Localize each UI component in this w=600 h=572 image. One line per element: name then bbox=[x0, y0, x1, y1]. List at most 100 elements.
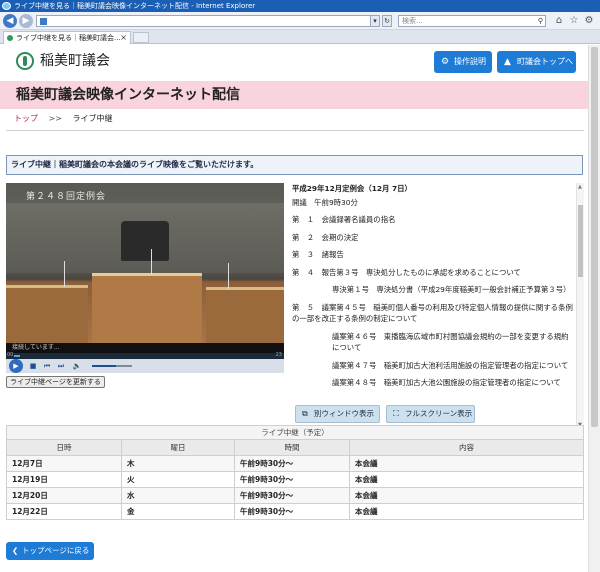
tab-close-icon[interactable]: × bbox=[120, 32, 127, 44]
video-caption: 第２４８回定例会 bbox=[26, 192, 107, 202]
volume-slider[interactable] bbox=[92, 365, 132, 367]
page-scroll-thumb[interactable] bbox=[591, 47, 598, 427]
tab-bar: ライブ中継を見る｜稲美町議会... × bbox=[0, 30, 600, 44]
cell-date: 12月19日 bbox=[6, 471, 122, 488]
breadcrumb-home-link[interactable]: トップ bbox=[14, 114, 38, 123]
agenda-item: 第 ４ 報告第３号 専決処分したものに承認を求めることについて bbox=[292, 267, 521, 277]
volume-icon[interactable]: 🔈 bbox=[72, 361, 82, 371]
cell-date: 12月7日 bbox=[6, 455, 122, 472]
breadcrumb: トップ >> ライブ中継 bbox=[14, 113, 113, 125]
settings-gear-icon[interactable]: ⚙ bbox=[583, 15, 595, 27]
notice-box: ライブ中継｜稲美町議会の本会議のライブ映像をご覧いただけます。 bbox=[6, 155, 583, 175]
help-button[interactable]: ⚙ 操作説明 bbox=[434, 51, 492, 73]
cell-time: 午前9時30分～ bbox=[234, 487, 350, 504]
page-scrollbar[interactable] bbox=[588, 45, 600, 572]
search-placeholder: 検索... bbox=[402, 17, 423, 25]
cell-weekday: 火 bbox=[121, 471, 235, 488]
cell-content: 本会議 bbox=[349, 487, 584, 504]
cell-time: 午前9時30分～ bbox=[234, 455, 350, 472]
agenda-item: 議案第４８号 稲美町加古大池公園施設の指定管理者の指定について bbox=[332, 378, 561, 387]
site-header: 稲美町議会 ⚙ 操作説明 ▲ 町議会トップへ bbox=[0, 45, 588, 81]
table-row: 12月20日 水 午前9時30分～ 本会議 bbox=[6, 487, 584, 504]
help-button-label: 操作説明 bbox=[454, 57, 486, 66]
url-input[interactable] bbox=[36, 15, 378, 27]
divider bbox=[6, 130, 584, 131]
play-button[interactable]: ▶ bbox=[9, 359, 23, 373]
opening-time: 開議 午前9時30分 bbox=[292, 197, 358, 207]
council-top-button[interactable]: ▲ 町議会トップへ bbox=[497, 51, 576, 73]
cell-content: 本会議 bbox=[349, 455, 584, 472]
tab-favicon bbox=[7, 35, 13, 41]
volume-level bbox=[92, 365, 116, 367]
column-header-content: 内容 bbox=[349, 439, 584, 456]
back-button[interactable]: ◀ bbox=[3, 14, 17, 28]
browser-tab[interactable]: ライブ中継を見る｜稲美町議会... × bbox=[3, 31, 131, 44]
agenda-panel: 平成29年12月定例会（12月 7日） 開議 午前9時30分 第 １ 会議録署名… bbox=[292, 183, 575, 429]
agenda-scroll-thumb[interactable] bbox=[578, 205, 583, 277]
agenda-scrollbar[interactable]: ▲ ▼ bbox=[576, 183, 584, 429]
page-icon bbox=[40, 18, 47, 25]
scroll-up-arrow-icon[interactable]: ▲ bbox=[578, 184, 582, 190]
breadcrumb-current: ライブ中継 bbox=[72, 114, 113, 123]
cell-time: 午前9時30分～ bbox=[234, 471, 350, 488]
title-banner: 稲美町議会映像インターネット配信 bbox=[0, 81, 588, 109]
town-logo-icon[interactable] bbox=[16, 52, 34, 70]
agenda-item: 議案第４６号 東播臨海広域市町村圏協議会規約の一部を変更する規約について bbox=[332, 331, 569, 353]
time-left: 00 bbox=[7, 352, 14, 358]
agenda-item: 議案第４７号 稲美町加古大池利活用施設の指定管理者の指定について bbox=[332, 360, 569, 370]
gear-icon: ⚙ bbox=[441, 57, 450, 67]
cell-time: 午前9時30分～ bbox=[234, 503, 350, 520]
stop-button[interactable]: ■ bbox=[28, 361, 38, 371]
video-player[interactable]: 第２４８回定例会 接続しています... 00 23 ▶ ■ ⏮ ⏭ 🔈 bbox=[6, 183, 284, 373]
next-button[interactable]: ⏭ bbox=[56, 361, 66, 371]
back-to-top-label: トップページに戻る bbox=[22, 546, 90, 555]
favorites-star-icon[interactable]: ☆ bbox=[568, 15, 580, 27]
cell-weekday: 金 bbox=[121, 503, 235, 520]
site-name[interactable]: 稲美町議会 bbox=[40, 51, 110, 71]
forward-button[interactable]: ▶ bbox=[19, 14, 33, 28]
column-header-weekday: 曜日 bbox=[121, 439, 235, 456]
fullscreen-icon: ⛶ bbox=[393, 409, 399, 418]
column-header-time: 時間 bbox=[234, 439, 350, 456]
agenda-item: 第 ２ 会期の決定 bbox=[292, 232, 359, 242]
session-title: 平成29年12月定例会（12月 7日） bbox=[292, 184, 412, 193]
window-titlebar: ライブ中継を見る｜稲美町議会映像インターネット配信 - Internet Exp… bbox=[0, 0, 600, 12]
cell-weekday: 水 bbox=[121, 487, 235, 504]
arrow-left-icon: ❮ bbox=[12, 546, 19, 555]
cell-date: 12月20日 bbox=[6, 487, 122, 504]
new-window-button[interactable]: ⧉ 別ウィンドウ表示 bbox=[295, 405, 380, 423]
refresh-page-button[interactable]: ライブ中継ページを更新する bbox=[6, 376, 105, 388]
agenda-item: 第 ５ 議案第４５号 稲美町個人番号の利用及び特定個人情報の提供に関する条例の一… bbox=[292, 302, 573, 324]
search-input[interactable]: 検索... ⚲ bbox=[398, 15, 546, 27]
time-right: 23 bbox=[275, 352, 282, 358]
previous-button[interactable]: ⏮ bbox=[42, 361, 52, 371]
desk-left-graphic bbox=[6, 285, 88, 343]
search-icon[interactable]: ⚲ bbox=[538, 16, 543, 26]
agenda-item: 専決第１号 専決処分書（平成29年度稲美町一般会計補正予算第３号） bbox=[332, 285, 571, 294]
column-header-date: 日時 bbox=[6, 439, 122, 456]
agenda-item: 第 １ 会議録署名議員の指名 bbox=[292, 215, 396, 224]
agenda-item: 第 ３ 諸報告 bbox=[292, 250, 344, 259]
table-row: 12月22日 金 午前9時30分～ 本会議 bbox=[6, 503, 584, 520]
fullscreen-button[interactable]: ⛶ フルスクリーン表示 bbox=[386, 405, 475, 423]
cell-weekday: 木 bbox=[121, 455, 235, 472]
window-icon: ⧉ bbox=[302, 409, 308, 418]
ie-logo-icon bbox=[2, 2, 11, 10]
seek-position[interactable] bbox=[14, 355, 20, 357]
refresh-icon[interactable]: ↻ bbox=[382, 15, 392, 27]
video-frame[interactable]: 第２４８回定例会 bbox=[6, 183, 284, 343]
player-status-text: 接続しています... bbox=[12, 344, 60, 351]
cell-date: 12月22日 bbox=[6, 503, 122, 520]
back-to-top-button[interactable]: ❮ トップページに戻る bbox=[6, 542, 94, 560]
page-content: 稲美町議会 ⚙ 操作説明 ▲ 町議会トップへ 稲美町議会映像インターネット配信 … bbox=[0, 45, 588, 572]
mic-graphic bbox=[151, 249, 152, 275]
council-top-label: 町議会トップへ bbox=[517, 57, 573, 66]
mic-graphic bbox=[64, 261, 65, 287]
page-title: 稲美町議会映像インターネット配信 bbox=[16, 87, 240, 103]
url-dropdown-button[interactable]: ▾ bbox=[370, 15, 380, 27]
player-status: 接続しています... bbox=[6, 343, 284, 353]
podium-graphic bbox=[92, 273, 202, 343]
home-icon[interactable]: ⌂ bbox=[553, 15, 565, 27]
chair-graphic bbox=[121, 221, 169, 261]
new-tab-button[interactable] bbox=[133, 32, 149, 43]
